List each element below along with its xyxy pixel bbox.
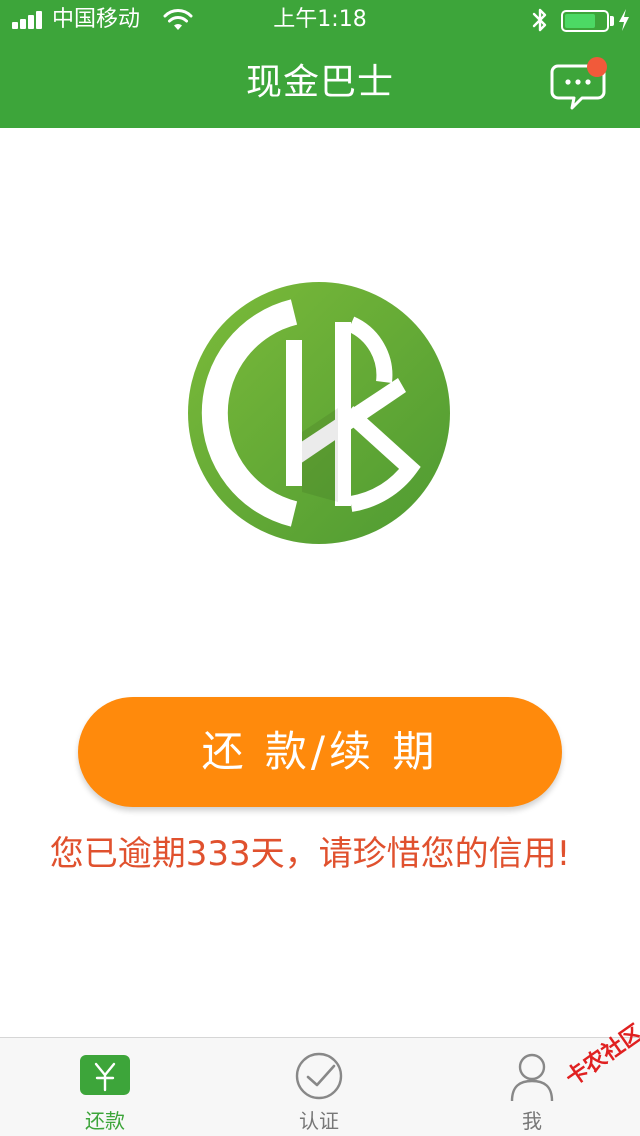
check-circle-icon xyxy=(295,1052,343,1100)
watermark-text: 卡农社区 xyxy=(561,1020,640,1092)
battery-level xyxy=(565,14,595,28)
yen-icon xyxy=(80,1055,130,1095)
unread-badge xyxy=(587,57,607,77)
tab-label: 还款 xyxy=(85,1109,125,1133)
tab-repay[interactable]: 还款 xyxy=(35,1038,175,1136)
app-header: 中国移动 上午1:18 现金巴士 xyxy=(0,0,640,128)
cashbus-logo xyxy=(188,282,450,544)
status-bar: 中国移动 上午1:18 xyxy=(0,0,640,40)
watermark: 卡农社区 xyxy=(540,1020,640,1128)
battery-nub xyxy=(610,16,614,26)
overdue-notice: 您已逾期333天，请珍惜您的信用! xyxy=(49,834,571,874)
battery-icon xyxy=(561,10,609,32)
repay-renew-button[interactable]: 还 款/续 期 xyxy=(78,697,562,807)
tab-label: 认证 xyxy=(299,1109,339,1133)
charging-icon xyxy=(619,9,629,31)
page-title: 现金巴士 xyxy=(245,62,394,103)
tab-verify[interactable]: 认证 xyxy=(249,1038,389,1136)
bluetooth-icon xyxy=(532,8,547,32)
